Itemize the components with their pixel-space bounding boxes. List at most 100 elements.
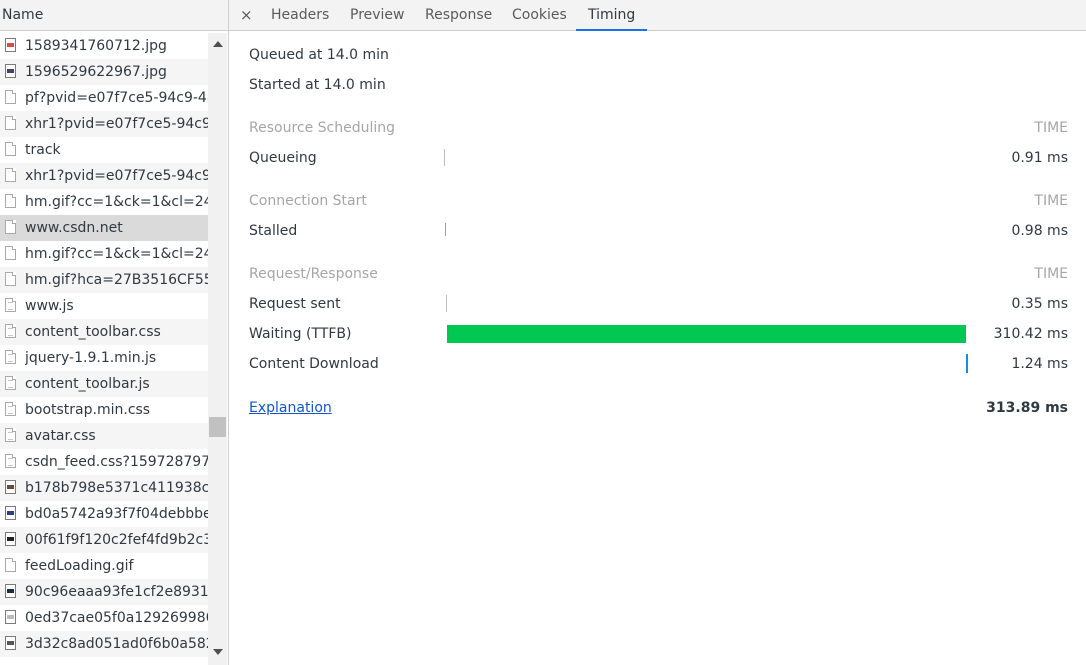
request-name: feedLoading.gif (25, 558, 134, 574)
request-row[interactable]: www.csdn.net (0, 215, 208, 241)
document-file-icon (5, 220, 16, 234)
request-row[interactable]: pf?pvid=e07f7ce5-94c9-485 (0, 85, 208, 111)
scrollbar-thumb[interactable] (209, 417, 226, 437)
request-list-panel: Name 1589341760712.jpg 1596529622967.jpg p… (0, 0, 229, 665)
request-row[interactable]: content_toolbar.js (0, 371, 208, 397)
request-row[interactable]: bootstrap.min.css (0, 397, 208, 423)
stylesheet-file-icon (5, 324, 16, 338)
request-row[interactable]: content_toolbar.css (0, 319, 208, 345)
request-name: xhr1?pvid=e07f7ce5-94c9-4 (25, 168, 208, 184)
request-row[interactable]: www.js (0, 293, 208, 319)
close-icon[interactable]: × (240, 5, 253, 25)
request-sent-bar (446, 295, 447, 312)
request-row[interactable]: feedLoading.gif (0, 553, 208, 579)
request-list: 1589341760712.jpg 1596529622967.jpg pf?pvi… (0, 33, 208, 657)
scroll-down-arrow-icon[interactable] (213, 649, 223, 655)
row-label-waiting-ttfb: Waiting (TTFB) (249, 326, 352, 342)
request-row[interactable]: 0ed37cae05f0a129269986c (0, 605, 208, 631)
script-file-icon (5, 298, 16, 312)
name-column-header[interactable]: Name (0, 0, 228, 31)
row-value-waiting-ttfb: 310.42 ms (993, 326, 1068, 342)
request-row[interactable]: avatar.css (0, 423, 208, 449)
queueing-bar (444, 149, 445, 166)
row-label-content-download: Content Download (249, 356, 379, 372)
script-file-icon (5, 350, 16, 364)
request-row[interactable]: hm.gif?cc=1&ck=1&cl=24- (0, 189, 208, 215)
request-name: www.csdn.net (25, 220, 123, 236)
request-name: 0ed37cae05f0a129269986c (25, 610, 208, 626)
request-row[interactable]: 00f61f9f120c2fef4fd9b2c36 (0, 527, 208, 553)
image-file-icon (5, 636, 16, 650)
request-name: 3d32c8ad051ad0f6b0a5829 (25, 636, 208, 652)
request-name: hm.gif?cc=1&ck=1&cl=24- (25, 194, 208, 210)
request-row[interactable]: 1596529622967.jpg (0, 59, 208, 85)
request-row[interactable]: bd0a5742a93f7f04debbbea (0, 501, 208, 527)
request-row[interactable]: hm.gif?hca=27B3516CF552 (0, 267, 208, 293)
request-name: avatar.css (25, 428, 96, 444)
image-file-icon (5, 610, 16, 624)
timing-panel: Queued at 14.0 min Started at 14.0 min R… (229, 32, 1086, 665)
row-label-queueing: Queueing (249, 150, 317, 166)
request-row[interactable]: 90c96eaaa93fe1cf2e893173 (0, 579, 208, 605)
section-title-resource-scheduling: Resource Scheduling (249, 120, 396, 136)
document-file-icon (5, 194, 16, 208)
scroll-up-arrow-icon[interactable] (213, 41, 223, 47)
request-row[interactable]: jquery-1.9.1.min.js (0, 345, 208, 371)
section-title-connection-start: Connection Start (249, 193, 367, 209)
image-file-icon (5, 506, 16, 520)
request-row[interactable]: track (0, 137, 208, 163)
document-file-icon (5, 116, 16, 130)
tab-headers[interactable]: Headers (271, 0, 329, 31)
request-row[interactable]: hm.gif?cc=1&ck=1&cl=24- (0, 241, 208, 267)
list-scrollbar[interactable] (208, 33, 227, 665)
script-file-icon (5, 376, 16, 390)
image-file-icon (5, 38, 16, 52)
request-name: 1589341760712.jpg (25, 38, 167, 54)
time-column-header: TIME (1034, 266, 1068, 282)
request-row[interactable]: 3d32c8ad051ad0f6b0a5829 (0, 631, 208, 657)
request-name: content_toolbar.css (25, 324, 161, 340)
detail-tabs-bar: × Headers Preview Response Cookies Timin… (229, 0, 1086, 31)
request-row[interactable]: 1589341760712.jpg (0, 33, 208, 59)
content-download-bar (966, 354, 968, 373)
request-name: 90c96eaaa93fe1cf2e893173 (25, 584, 208, 600)
request-row[interactable]: b178b798e5371c411938cc5 (0, 475, 208, 501)
request-row[interactable]: csdn_feed.css?1597287973 (0, 449, 208, 475)
started-at-text: Started at 14.0 min (249, 77, 386, 93)
stylesheet-file-icon (5, 402, 16, 416)
request-name: www.js (25, 298, 74, 314)
row-label-stalled: Stalled (249, 223, 298, 239)
explanation-link[interactable]: Explanation (249, 400, 332, 416)
request-row[interactable]: xhr1?pvid=e07f7ce5-94c9-4 (0, 111, 208, 137)
stylesheet-file-icon (5, 428, 16, 442)
tab-preview[interactable]: Preview (350, 0, 405, 31)
request-name: 00f61f9f120c2fef4fd9b2c36 (25, 532, 208, 548)
row-value-content-download: 1.24 ms (1011, 356, 1068, 372)
request-name: bootstrap.min.css (25, 402, 151, 418)
row-value-stalled: 0.98 ms (1011, 223, 1068, 239)
section-title-request-response: Request/Response (249, 266, 378, 282)
document-file-icon (5, 246, 16, 260)
tab-timing[interactable]: Timing (588, 0, 635, 31)
stalled-bar (445, 223, 446, 236)
document-file-icon (5, 142, 16, 156)
image-file-icon (5, 64, 16, 78)
request-row[interactable]: xhr1?pvid=e07f7ce5-94c9-4 (0, 163, 208, 189)
tab-response[interactable]: Response (425, 0, 492, 31)
request-name: content_toolbar.js (25, 376, 150, 392)
row-label-request-sent: Request sent (249, 296, 341, 312)
document-file-icon (5, 272, 16, 286)
request-name: xhr1?pvid=e07f7ce5-94c9-4 (25, 116, 208, 132)
request-name: hm.gif?hca=27B3516CF552 (25, 272, 208, 288)
queued-at-text: Queued at 14.0 min (249, 47, 389, 63)
row-value-queueing: 0.91 ms (1011, 150, 1068, 166)
image-file-icon (5, 584, 16, 598)
active-tab-indicator (576, 29, 647, 31)
tab-cookies[interactable]: Cookies (512, 0, 567, 31)
request-name: b178b798e5371c411938cc5 (25, 480, 208, 496)
image-file-icon (5, 480, 16, 494)
time-column-header: TIME (1034, 120, 1068, 136)
total-time: 313.89 ms (986, 400, 1068, 416)
request-name: csdn_feed.css?1597287973 (25, 454, 208, 470)
image-file-icon (5, 532, 16, 546)
